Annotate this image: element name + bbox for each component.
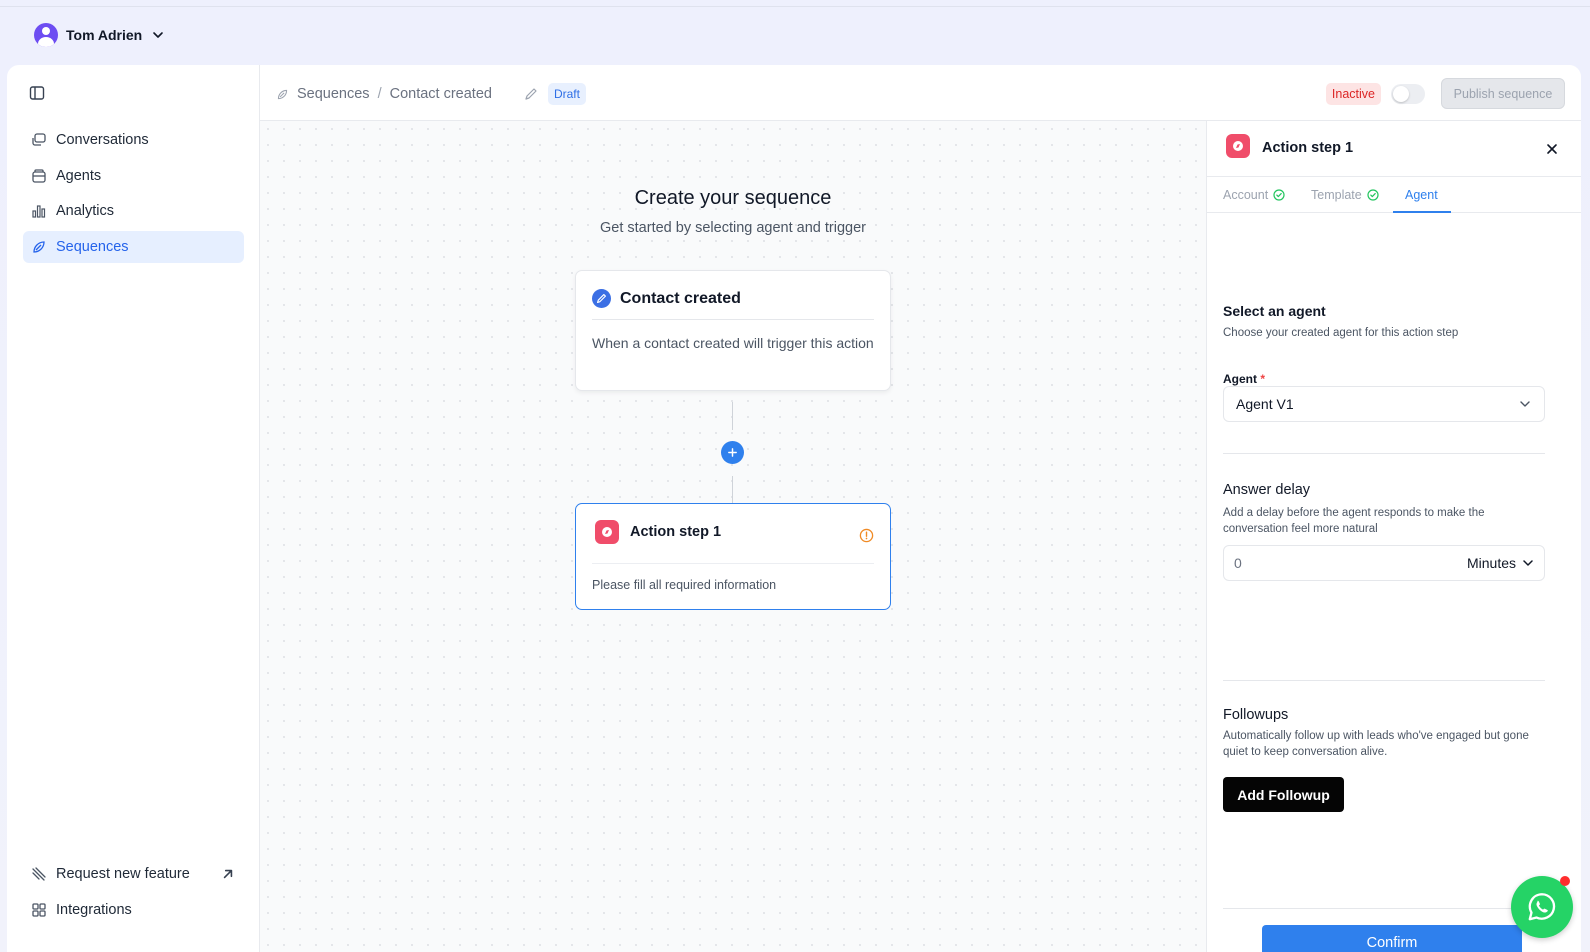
avatar <box>34 23 58 47</box>
action-message: Please fill all required information <box>592 578 777 592</box>
action-icon <box>1226 134 1250 158</box>
sidebar-item-label: Sequences <box>56 238 129 255</box>
agent-field-label: Agent * <box>1223 372 1265 386</box>
sidebar-item-sequences[interactable]: Sequences <box>23 230 244 263</box>
sidebar-item-label: Request new feature <box>56 866 190 882</box>
agent-icon <box>32 168 46 183</box>
sidebar-item-agents[interactable]: Agents <box>23 160 244 192</box>
bar-chart-icon <box>32 205 46 218</box>
sidebar-footer: Request new feature Integrations <box>23 858 244 929</box>
card-divider <box>592 319 874 320</box>
connector-line <box>732 402 733 430</box>
sidebar-nav: Conversations Agents Analytics Sequences <box>23 124 244 266</box>
add-step-button[interactable] <box>721 441 744 464</box>
tab-agent[interactable]: Agent <box>1405 188 1438 202</box>
followups-section-title: Followups <box>1223 707 1289 723</box>
sidebar-item-label: Integrations <box>56 901 132 918</box>
delay-unit-label: Minutes <box>1466 555 1516 571</box>
trigger-title: Contact created <box>620 289 741 307</box>
trigger-description: When a contact created will trigger this… <box>592 335 874 351</box>
sidebar-toggle-icon[interactable] <box>29 85 47 103</box>
followups-section-subtitle: Automatically follow up with leads who'v… <box>1223 730 1529 758</box>
sidebar-item-label: Agents <box>56 167 102 184</box>
panel-header: Action step 1 <box>1207 121 1581 177</box>
breadcrumb-separator: / <box>377 86 382 102</box>
panel-title: Action step 1 <box>1262 140 1354 156</box>
whatsapp-icon <box>1528 893 1556 921</box>
panel-tabs: Account Template Agent <box>1207 177 1581 213</box>
connector-line <box>732 476 733 503</box>
agent-section-title: Select an agent <box>1223 303 1326 319</box>
user-name: Tom Adrien <box>66 27 143 43</box>
sequence-icon <box>277 89 288 99</box>
sidebar-item-integrations[interactable]: Integrations <box>23 894 244 926</box>
breadcrumb-current: Contact created <box>389 86 492 102</box>
feature-icon <box>32 867 46 881</box>
delay-value: 0 <box>1234 555 1242 571</box>
active-state-badge: Inactive <box>1325 82 1381 105</box>
breadcrumb: Sequences / Contact created Draft <box>276 83 586 105</box>
page-header: Sequences / Contact created Draft Inacti… <box>260 65 1581 121</box>
action-step-card[interactable]: Action step 1 Please fill all required i… <box>575 503 891 610</box>
confirm-button[interactable]: Confirm <box>1262 925 1522 952</box>
delay-input[interactable]: 0 Minutes <box>1223 545 1545 581</box>
tab-label: Template <box>1311 188 1362 202</box>
tab-label: Agent <box>1405 188 1438 202</box>
plus-icon <box>728 448 737 457</box>
external-link-icon <box>223 869 233 879</box>
sidebar-item-conversations[interactable]: Conversations <box>23 124 244 156</box>
pencil-icon[interactable] <box>524 87 538 101</box>
active-tab-indicator <box>1393 211 1451 213</box>
sequence-canvas: Create your sequence Get started by sele… <box>260 121 1206 952</box>
required-mark: * <box>1260 372 1266 386</box>
sidebar-item-label: Analytics <box>56 203 115 219</box>
trigger-card[interactable]: Contact created When a contact created w… <box>575 270 891 391</box>
sidebar-item-analytics[interactable]: Analytics <box>23 195 244 227</box>
sidebar-item-request-feature[interactable]: Request new feature <box>23 858 244 890</box>
tab-template[interactable]: Template <box>1311 188 1379 202</box>
header-actions: Inactive Publish sequence <box>1325 78 1565 109</box>
check-circle-icon <box>1273 189 1285 201</box>
delay-section-subtitle: Add a delay before the agent responds to… <box>1223 507 1485 535</box>
footer-divider <box>1223 908 1545 909</box>
user-menu[interactable]: Tom Adrien <box>34 23 166 47</box>
canvas-title: Create your sequence <box>634 187 832 209</box>
delay-section-title: Answer delay <box>1223 482 1311 498</box>
action-title: Action step 1 <box>630 524 722 540</box>
breadcrumb-sequences[interactable]: Sequences <box>297 86 370 102</box>
sequence-icon <box>33 240 45 253</box>
sidebar: Conversations Agents Analytics Sequences… <box>7 65 260 952</box>
card-divider <box>592 563 874 564</box>
grid-icon <box>32 902 46 917</box>
status-badge: Draft <box>547 83 586 105</box>
tab-label: Account <box>1223 188 1269 202</box>
field-label-text: Agent <box>1223 372 1257 386</box>
chevron-down-icon <box>1523 560 1533 566</box>
canvas-subtitle: Get started by selecting agent and trigg… <box>600 220 866 236</box>
app-frame: Conversations Agents Analytics Sequences… <box>7 65 1581 952</box>
sidebar-item-label: Conversations <box>56 132 149 148</box>
publish-button[interactable]: Publish sequence <box>1441 78 1565 109</box>
close-icon[interactable] <box>1545 142 1559 156</box>
top-divider <box>0 6 1590 7</box>
trigger-icon <box>592 289 611 308</box>
chevron-down-icon <box>1520 401 1530 407</box>
agent-section-subtitle: Choose your created agent for this actio… <box>1223 327 1459 339</box>
notification-dot <box>1560 876 1570 886</box>
delay-unit-select[interactable]: Minutes <box>1467 555 1534 571</box>
section-divider <box>1223 453 1545 454</box>
chat-icon <box>32 133 46 146</box>
add-followup-button[interactable]: Add Followup <box>1223 777 1344 812</box>
warning-icon <box>859 528 874 543</box>
check-circle-icon <box>1367 189 1379 201</box>
agent-select[interactable]: Agent V1 <box>1223 386 1545 422</box>
step-settings-panel: Action step 1 Account Template Agent Sel… <box>1206 121 1581 952</box>
tab-account[interactable]: Account <box>1223 188 1285 202</box>
active-toggle[interactable] <box>1391 83 1425 104</box>
chevron-down-icon <box>150 27 166 43</box>
agent-select-value: Agent V1 <box>1236 396 1294 412</box>
action-icon <box>595 520 619 544</box>
section-divider <box>1223 680 1545 681</box>
